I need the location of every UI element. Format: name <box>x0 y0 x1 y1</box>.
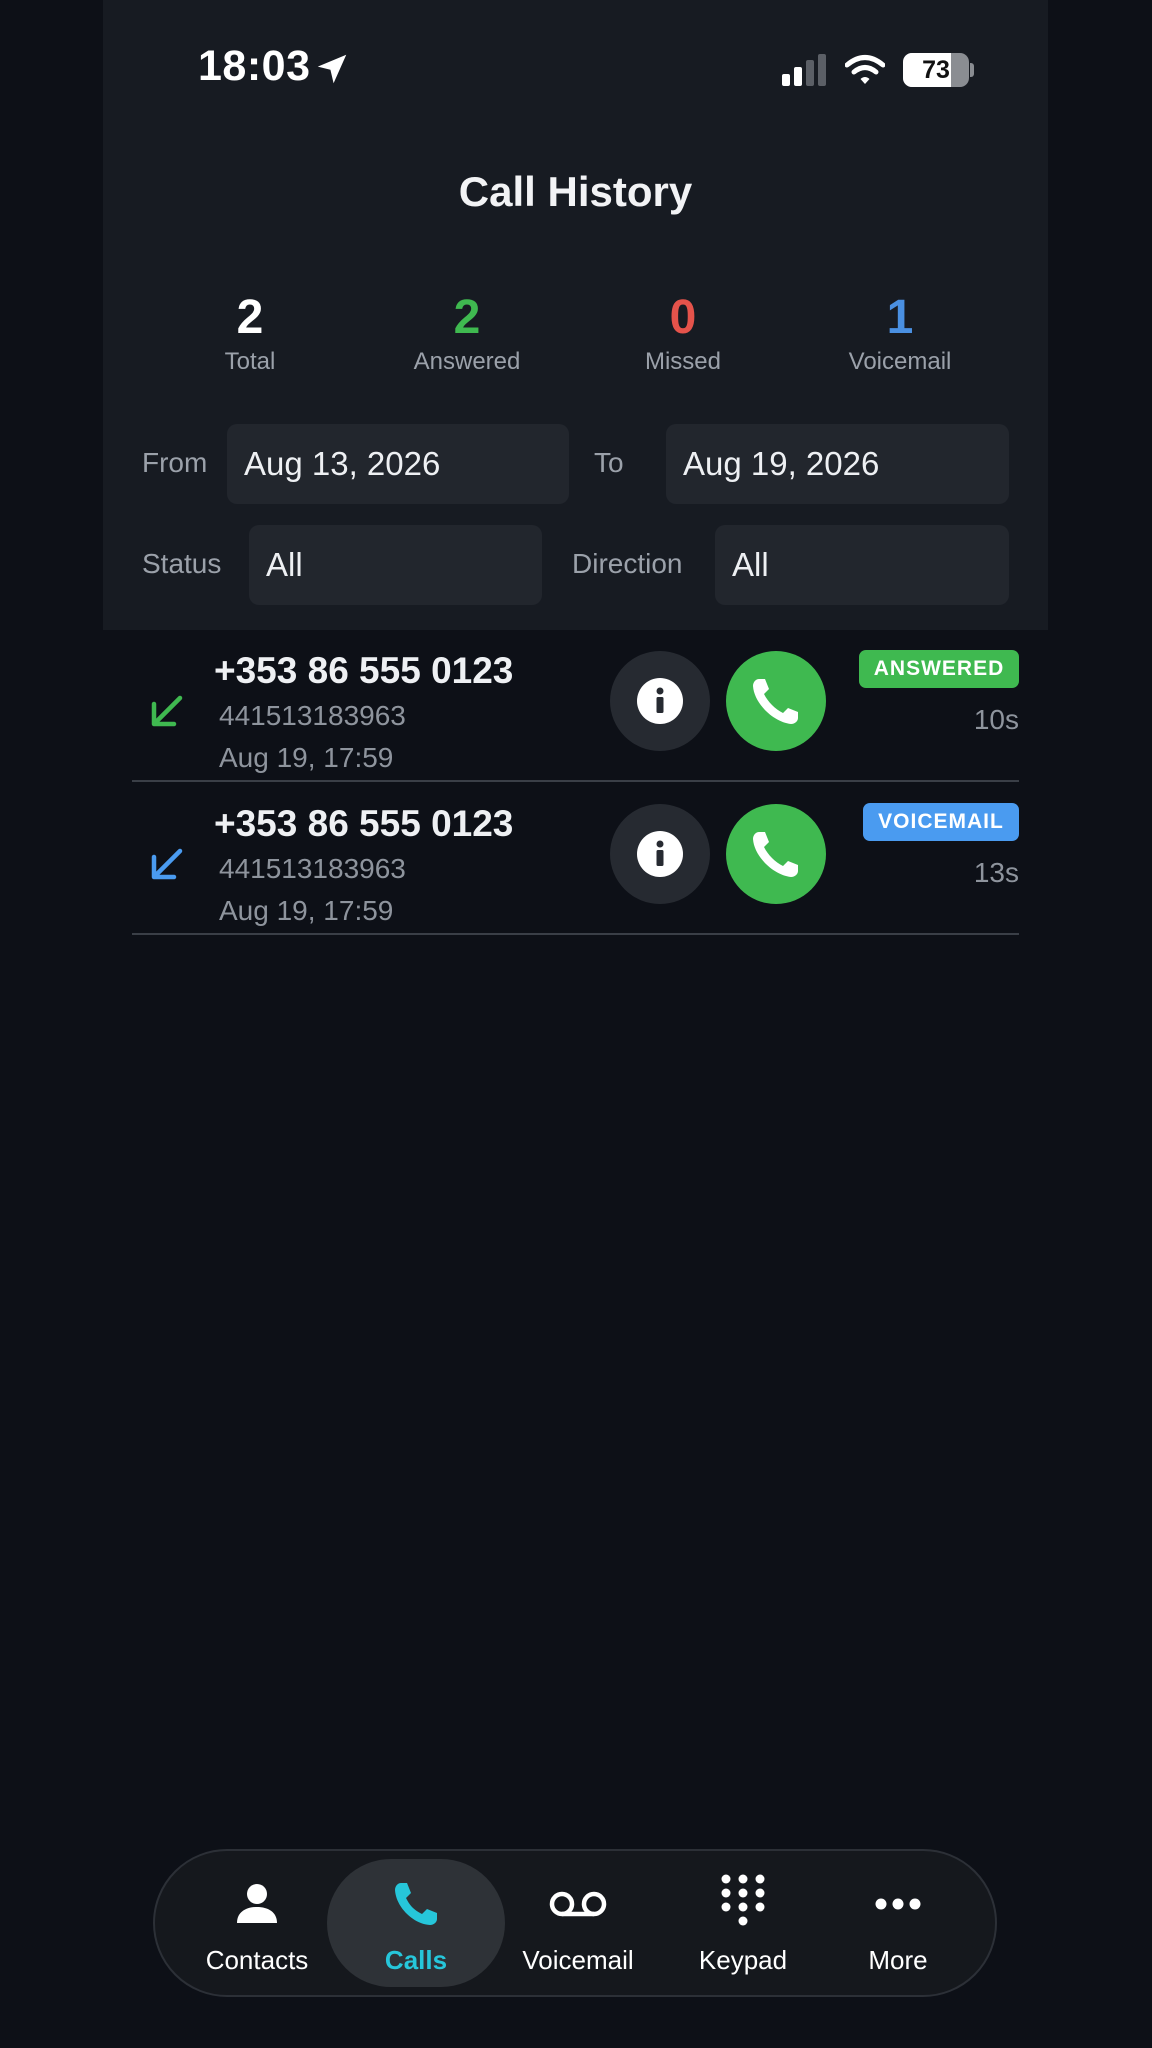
battery-indicator: 73 <box>903 53 969 87</box>
nav-label-keypad: Keypad <box>698 1945 788 1975</box>
info-button[interactable] <box>610 651 710 751</box>
incoming-call-arrow-icon <box>151 848 183 880</box>
call-button[interactable] <box>726 804 826 904</box>
stat-total: 2 Total <box>150 290 350 376</box>
stat-total-value: 2 <box>236 291 264 344</box>
to-label: To <box>594 447 624 478</box>
call-number: +353 86 555 0123 <box>214 803 514 844</box>
call-date: Aug 19, 17:59 <box>219 895 394 926</box>
call-subnumber: 441513183963 <box>219 853 406 884</box>
stat-answered-label: Answered <box>413 348 521 375</box>
person-icon <box>237 1884 277 1923</box>
nav-label-calls: Calls <box>384 1945 448 1975</box>
signal-icon <box>782 54 826 86</box>
call-button[interactable] <box>726 651 826 751</box>
stat-answered: 2 Answered <box>367 290 567 376</box>
nav-keypad[interactable]: Keypad <box>668 1851 818 1995</box>
status-label: Status <box>142 548 222 579</box>
nav-calls[interactable]: Calls <box>341 1851 491 1995</box>
stat-missed: 0 Missed <box>583 290 783 376</box>
keypad-icon <box>721 1874 765 1926</box>
page-title: Call History <box>458 168 693 215</box>
stat-voicemail-label: Voicemail <box>848 348 952 375</box>
phone-icon <box>753 832 798 877</box>
nav-label-contacts: Contacts <box>205 1945 309 1975</box>
wifi-icon <box>845 55 885 84</box>
info-button[interactable] <box>610 804 710 904</box>
call-number: +353 86 555 0123 <box>214 650 514 691</box>
call-duration: 13s <box>973 857 1019 888</box>
call-duration: 10s <box>973 704 1019 735</box>
from-date-field[interactable]: Aug 13, 2026 <box>227 424 569 504</box>
incoming-call-arrow-icon <box>151 695 183 727</box>
call-date: Aug 19, 17:59 <box>219 742 394 773</box>
status-badge: VOICEMAIL <box>863 803 1019 841</box>
call-row[interactable]: +353 86 555 0123 441513183963 Aug 19, 17… <box>132 783 1019 935</box>
phone-icon <box>395 1883 437 1925</box>
call-row[interactable]: +353 86 555 0123 441513183963 Aug 19, 17… <box>132 630 1019 782</box>
stat-total-label: Total <box>224 348 276 375</box>
nav-label-voicemail: Voicemail <box>522 1945 634 1975</box>
stat-missed-value: 0 <box>669 291 697 344</box>
info-icon <box>637 831 683 877</box>
more-icon <box>875 1898 921 1910</box>
status-select[interactable]: All <box>249 525 542 605</box>
bottom-nav: Contacts Calls Voicemail Keypad More <box>153 1849 997 1997</box>
to-date-field[interactable]: Aug 19, 2026 <box>666 424 1009 504</box>
status-time: 18:03 <box>198 42 311 90</box>
location-arrow-icon <box>317 54 347 84</box>
battery-percent: 73 <box>922 56 950 84</box>
info-icon <box>637 678 683 724</box>
battery-tip <box>970 63 974 77</box>
stat-voicemail: 1 Voicemail <box>800 290 1000 376</box>
direction-select[interactable]: All <box>715 525 1009 605</box>
direction-label: Direction <box>572 548 683 579</box>
voicemail-icon <box>549 1891 607 1917</box>
call-subnumber: 441513183963 <box>219 700 406 731</box>
nav-contacts[interactable]: Contacts <box>182 1851 332 1995</box>
stat-voicemail-value: 1 <box>886 291 914 344</box>
phone-icon <box>753 679 798 724</box>
from-label: From <box>142 447 208 478</box>
nav-voicemail[interactable]: Voicemail <box>503 1851 653 1995</box>
nav-label-more: More <box>868 1945 928 1975</box>
status-badge: ANSWERED <box>859 650 1019 688</box>
stat-answered-value: 2 <box>453 291 481 344</box>
nav-more[interactable]: More <box>823 1851 973 1995</box>
stat-missed-label: Missed <box>644 348 722 375</box>
